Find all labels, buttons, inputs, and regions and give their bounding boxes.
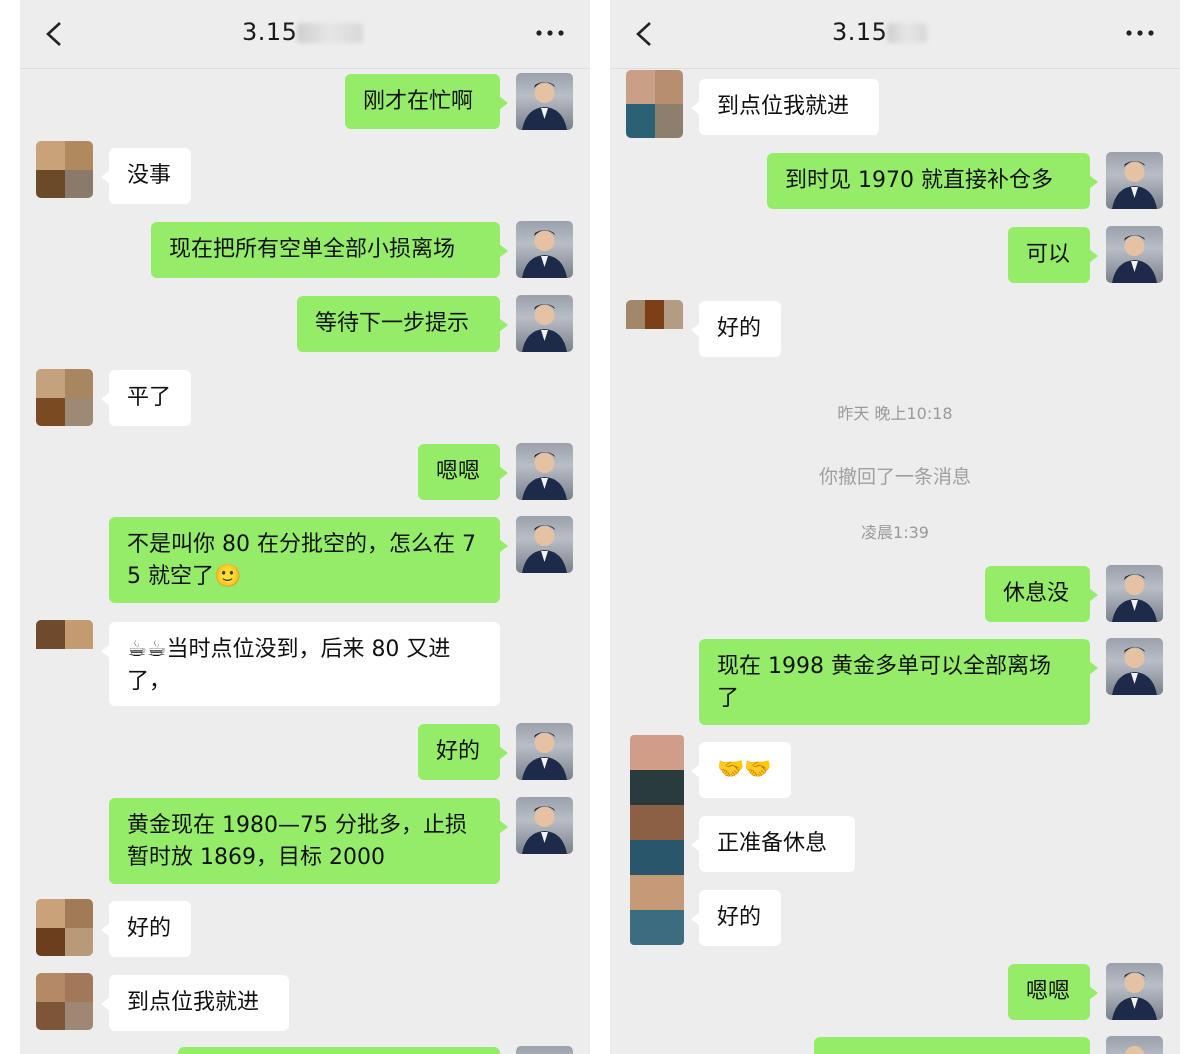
my-avatar[interactable]: [516, 797, 573, 854]
timestamp: 凌晨1:39: [861, 523, 929, 542]
message-text: 好的: [127, 916, 172, 941]
contact-avatar[interactable]: [626, 70, 683, 138]
message-text: 黄金现在 1980—75 分批多，止损暂时放 1869，目标 2000: [127, 813, 467, 870]
message-bubble-sent[interactable]: 现在 1998 黄金多单可以全部离场了: [699, 639, 1098, 725]
my-avatar[interactable]: [1106, 565, 1163, 622]
message-text: 到点位我就进: [127, 990, 260, 1015]
message-text: 到时见 1970 就直接补仓多: [785, 168, 1053, 193]
my-avatar[interactable]: [516, 221, 573, 278]
message-bubble-sent[interactable]: 休息没: [985, 566, 1098, 622]
message-text: 可以: [1026, 242, 1071, 267]
message-bubble-sent[interactable]: 好的: [418, 724, 508, 780]
redacted-name: [297, 23, 364, 43]
chat-title: 3.15: [832, 18, 928, 46]
chat-screen-left: 3.15 刚才在忙啊 没事 现在把所有空单全部小损离场 等待下一步提示 平了 嗯…: [20, 0, 590, 1054]
chevron-left-icon[interactable]: [632, 20, 658, 48]
my-avatar[interactable]: [516, 443, 573, 500]
message-bubble-sent[interactable]: 黄金现在 1980—75 分批多，止损暂时放 1869，目标 2000: [109, 798, 508, 884]
more-icon[interactable]: [1124, 22, 1156, 44]
message-bubble-received[interactable]: 到点位我就进: [691, 79, 879, 135]
message-bubble-received[interactable]: 好的: [691, 301, 781, 357]
message-text: 好的: [717, 905, 762, 930]
message-text: 等待下一步提示: [315, 311, 470, 336]
my-avatar[interactable]: [1106, 963, 1163, 1020]
message-text: 平了: [127, 385, 172, 410]
message-text: 嗯嗯: [1026, 979, 1071, 1004]
message-text: ☕☕当时点位没到，后来 80 又进了，: [127, 637, 451, 694]
message-text: 现在 1998 黄金多单可以全部离场了: [717, 654, 1051, 711]
redacted-name: [887, 23, 928, 43]
message-bubble-received[interactable]: 正准备休息: [691, 816, 855, 872]
contact-avatar[interactable]: [36, 141, 93, 198]
message-bubble-received[interactable]: 好的: [691, 890, 781, 946]
message-bubble-received[interactable]: 平了: [101, 370, 191, 426]
contact-avatar[interactable]: [36, 620, 93, 677]
timestamp: 昨天 晚上10:18: [837, 404, 953, 423]
recall-notice: 你撤回了一条消息: [818, 466, 971, 488]
message-bubble-sent[interactable]: 到时见 1970 就直接补仓多: [767, 153, 1098, 209]
my-avatar[interactable]: [516, 723, 573, 780]
message-text: 好的: [436, 739, 481, 764]
contact-avatar[interactable]: [36, 973, 93, 1030]
more-icon[interactable]: [534, 22, 566, 44]
message-bubble-sent[interactable]: 不是叫你 80 在分批空的，怎么在 75 就空了🙂: [109, 517, 508, 603]
message-bubble-sent[interactable]: 刚才在忙啊: [345, 74, 508, 129]
my-avatar[interactable]: [1106, 152, 1163, 209]
contact-avatar[interactable]: [36, 899, 93, 956]
message-bubble-sent[interactable]: 嗯嗯: [418, 444, 508, 500]
message-bubble-sent[interactable]: 现在把所有空单全部小损离场: [151, 222, 508, 278]
chat-screen-right: 3.15 到点位我就进 到时见 1970 就直接补仓多 可以 好的 昨天 晚上1…: [610, 0, 1180, 1054]
message-text: 正准备休息: [717, 831, 828, 856]
message-bubble-sent-partial[interactable]: [178, 1047, 500, 1054]
contact-avatar[interactable]: [36, 369, 93, 426]
chat-header: 3.15: [610, 0, 1180, 69]
message-bubble-received[interactable]: 好的: [101, 901, 191, 957]
my-avatar[interactable]: [516, 73, 573, 130]
message-text: 好的: [717, 316, 762, 341]
chevron-left-icon[interactable]: [42, 20, 68, 48]
my-avatar[interactable]: [1106, 226, 1163, 283]
message-text: 不是叫你 80 在分批空的，怎么在 75 就空了🙂: [127, 532, 476, 589]
message-bubble-received[interactable]: 🤝🤝: [691, 742, 791, 798]
my-avatar[interactable]: [1106, 638, 1163, 695]
message-text: 到点位我就进: [717, 94, 850, 119]
my-avatar[interactable]: [516, 516, 573, 573]
chat-title: 3.15: [242, 18, 364, 46]
message-text: 没事: [127, 163, 172, 188]
message-text: 嗯嗯: [436, 459, 481, 484]
message-text: 现在把所有空单全部小损离场: [169, 237, 456, 262]
message-bubble-sent[interactable]: 等待下一步提示: [297, 296, 508, 352]
message-text: 刚才在忙啊: [363, 89, 474, 114]
my-avatar[interactable]: [516, 1046, 573, 1054]
contact-avatar[interactable]: [630, 735, 684, 945]
message-bubble-received[interactable]: ☕☕当时点位没到，后来 80 又进了，: [101, 622, 500, 706]
message-bubble-received[interactable]: 没事: [101, 148, 191, 204]
message-bubble-sent[interactable]: 可以: [1008, 227, 1098, 283]
contact-avatar[interactable]: [626, 300, 683, 357]
my-avatar[interactable]: [1106, 1036, 1163, 1054]
message-bubble-sent-partial[interactable]: [814, 1037, 1090, 1054]
message-bubble-sent[interactable]: 嗯嗯: [1008, 964, 1098, 1020]
message-text: 休息没: [1003, 581, 1070, 606]
message-bubble-received[interactable]: 到点位我就进: [101, 975, 289, 1031]
message-text: 🤝🤝: [717, 757, 772, 782]
my-avatar[interactable]: [516, 295, 573, 352]
chat-header: 3.15: [20, 0, 590, 69]
